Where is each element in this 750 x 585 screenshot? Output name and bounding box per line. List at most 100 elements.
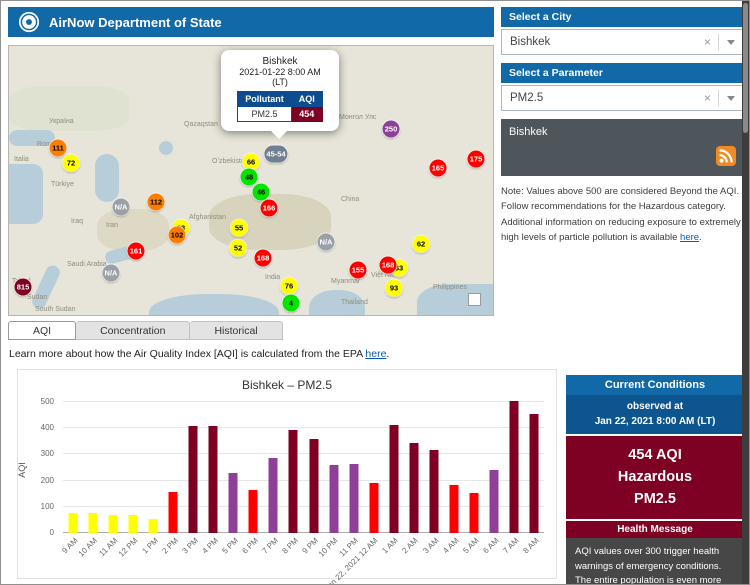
gridline xyxy=(63,453,544,454)
map-country-label: China xyxy=(341,196,359,203)
tab-aqi[interactable]: AQI xyxy=(8,321,76,340)
map-country-label: Philippines xyxy=(433,284,467,291)
aqi-marker[interactable]: 112 xyxy=(148,194,165,211)
health-message-header: Health Message xyxy=(566,521,744,538)
chart-bar[interactable] xyxy=(189,426,198,533)
chart-bar[interactable] xyxy=(409,443,418,533)
aqi-marker[interactable]: 52 xyxy=(230,240,247,257)
learn-more-text: Learn more about how the Air Quality Ind… xyxy=(9,348,389,360)
aqi-marker[interactable]: 45-54 xyxy=(264,146,287,163)
chart-bar[interactable] xyxy=(89,513,98,533)
map-country-label: Qazaqstan xyxy=(184,121,218,128)
gridline xyxy=(63,427,544,428)
aqi-marker[interactable]: N/A xyxy=(318,234,335,251)
chart-bar[interactable] xyxy=(149,519,158,533)
aqi-marker[interactable]: 168 xyxy=(255,250,272,267)
tab-concentration[interactable]: Concentration xyxy=(76,321,190,340)
popup-col-pollutant: Pollutant xyxy=(238,92,292,107)
aqi-marker[interactable]: 62 xyxy=(413,236,430,253)
chart-bar[interactable] xyxy=(449,485,458,533)
app-title: AirNow Department of State xyxy=(49,15,222,30)
y-tick: 100 xyxy=(41,502,54,511)
y-tick: 500 xyxy=(41,397,54,406)
map-country-label: Iran xyxy=(106,222,118,229)
aqi-marker[interactable]: 168 xyxy=(380,257,397,274)
scrollbar-thumb[interactable] xyxy=(743,3,748,133)
map-country-label: South Sudan xyxy=(35,306,75,313)
scrollbar[interactable] xyxy=(742,1,749,585)
map-country-label: Myanmar xyxy=(331,278,360,285)
chart-bar[interactable] xyxy=(169,492,178,533)
map-water-arabian-sea xyxy=(149,294,279,316)
note-here-link[interactable]: here xyxy=(680,232,699,243)
rss-icon[interactable] xyxy=(716,146,736,169)
chart-bar[interactable] xyxy=(509,401,518,533)
map-country-label: Saudi Arabia xyxy=(67,261,107,268)
aqi-marker[interactable]: 250 xyxy=(383,121,400,138)
chart-bar[interactable] xyxy=(429,450,438,533)
aqi-marker[interactable]: 4 xyxy=(283,295,300,312)
chart-bar[interactable] xyxy=(529,414,538,533)
aqi-marker[interactable]: N/A xyxy=(113,199,130,216)
observed-at-label: observed at xyxy=(566,399,744,414)
clear-icon[interactable]: × xyxy=(697,35,718,49)
map-canvas[interactable]: УкраїнаRomaniaItaliaTürkiyeQazaqstanOʻzb… xyxy=(8,45,494,316)
y-tick: 300 xyxy=(41,449,54,458)
chart-bar[interactable] xyxy=(249,490,258,533)
tab-historical[interactable]: Historical xyxy=(190,321,282,340)
aqi-marker[interactable]: 76 xyxy=(281,278,298,295)
chart-bar[interactable] xyxy=(209,426,218,533)
aqi-marker[interactable]: 93 xyxy=(386,280,403,297)
aqi-marker[interactable]: 166 xyxy=(261,200,278,217)
city-select[interactable]: Bishkek × xyxy=(501,29,744,55)
aqi-summary-box: 454 AQI Hazardous PM2.5 xyxy=(566,436,744,519)
aqi-marker[interactable]: 72 xyxy=(63,155,80,172)
map-country-label: Türkiye xyxy=(51,181,74,188)
map-country-label: India xyxy=(265,274,280,281)
aqi-marker[interactable]: 102 xyxy=(169,227,186,244)
aqi-marker[interactable]: 46 xyxy=(253,184,270,201)
rss-feed-box: Bishkek xyxy=(501,119,744,176)
y-axis-ticks: 0100200300400500 xyxy=(18,402,59,533)
chart-bar[interactable] xyxy=(289,430,298,533)
map-popup: Bishkek 2021-01-22 8:00 AM (LT) Pollutan… xyxy=(221,50,339,131)
aqi-marker[interactable]: 175 xyxy=(468,151,485,168)
map-water-lake xyxy=(159,141,173,155)
learn-more-body: Learn more about how the Air Quality Ind… xyxy=(9,348,365,360)
note-period: . xyxy=(699,232,702,243)
aqi-marker[interactable]: 111 xyxy=(50,140,67,157)
aqi-marker[interactable]: 815 xyxy=(15,279,32,296)
chart-bar[interactable] xyxy=(309,439,318,533)
aqi-marker[interactable]: 55 xyxy=(231,220,248,237)
aqi-marker[interactable]: N/A xyxy=(103,265,120,282)
chart-bar[interactable] xyxy=(109,515,118,533)
popup-datetime: 2021-01-22 8:00 AM xyxy=(225,67,335,77)
popup-pollutant-value: PM2.5 xyxy=(238,107,292,122)
note-body: Note: Values above 500 are considered Be… xyxy=(501,186,741,243)
y-tick: 0 xyxy=(50,528,54,537)
chart-bar[interactable] xyxy=(489,470,498,533)
chart-bar[interactable] xyxy=(469,493,478,533)
map-control[interactable] xyxy=(468,293,481,306)
y-tick: 200 xyxy=(41,476,54,485)
aqi-marker[interactable]: 165 xyxy=(430,160,447,177)
parameter-select[interactable]: PM2.5 × xyxy=(501,85,744,111)
learn-more-here-link[interactable]: here xyxy=(365,348,386,360)
chart-bar[interactable] xyxy=(349,464,358,533)
chart-bar[interactable] xyxy=(389,425,398,533)
chart-bar[interactable] xyxy=(369,483,378,533)
dropdown-caret-icon[interactable] xyxy=(718,90,743,107)
aqi-pollutant: PM2.5 xyxy=(566,489,744,511)
aqi-marker[interactable]: 48 xyxy=(241,169,258,186)
popup-col-aqi: AQI xyxy=(291,92,322,107)
clear-icon[interactable]: × xyxy=(697,91,718,105)
dropdown-caret-icon[interactable] xyxy=(718,34,743,51)
aqi-marker[interactable]: 161 xyxy=(128,243,145,260)
chart-bar[interactable] xyxy=(229,473,238,533)
tab-bar: AQIConcentrationHistorical xyxy=(8,321,283,340)
chart-bar[interactable] xyxy=(329,465,338,533)
chart-bar[interactable] xyxy=(129,515,138,533)
chart-bar[interactable] xyxy=(269,458,278,533)
chart-bar[interactable] xyxy=(69,513,78,533)
aqi-marker[interactable]: 155 xyxy=(350,262,367,279)
